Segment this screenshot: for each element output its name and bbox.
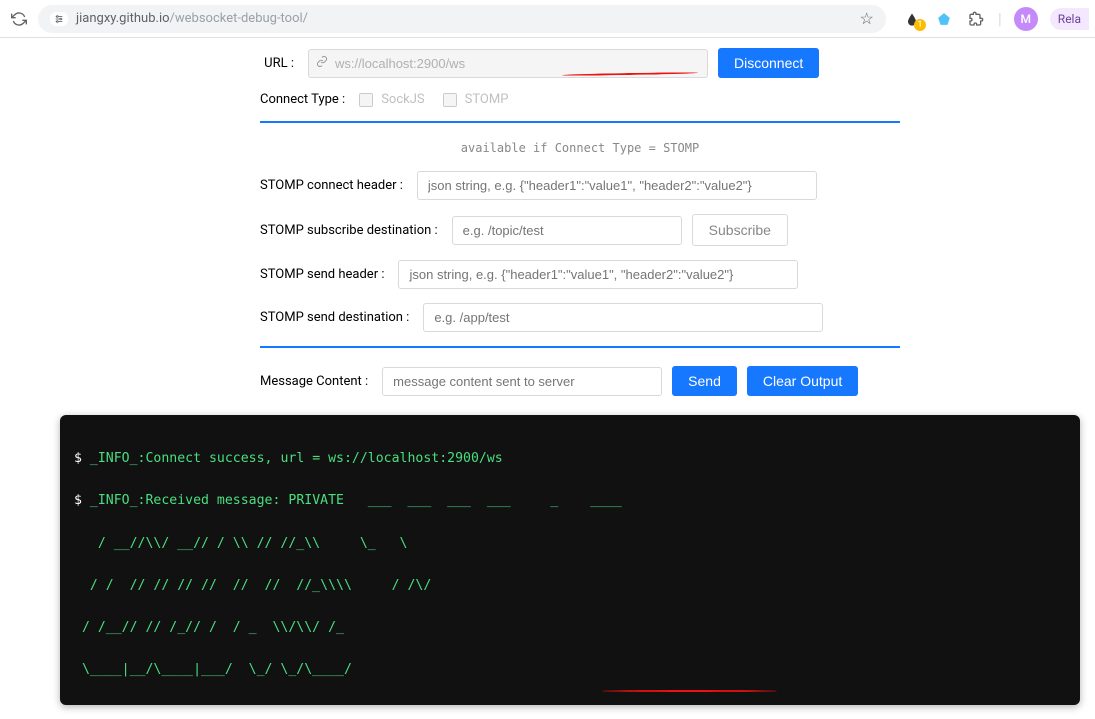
link-icon — [316, 56, 328, 71]
stomp-send-header-input[interactable] — [398, 260, 798, 289]
stomp-send-header-label: STOMP send header : — [260, 267, 384, 282]
annotation-underline-session — [602, 690, 777, 692]
address-bar[interactable]: jiangxy.github.io/websocket-debug-tool/ … — [38, 5, 886, 33]
extension-icon-2[interactable] — [934, 9, 954, 29]
extensions-puzzle-icon[interactable] — [966, 9, 986, 29]
url-text: jiangxy.github.io/websocket-debug-tool/ — [76, 11, 852, 26]
extension-icon-1[interactable] — [902, 9, 922, 29]
profile-avatar[interactable]: M — [1014, 7, 1038, 31]
stomp-send-dest-label: STOMP send destination : — [260, 310, 409, 325]
message-content-label: Message Content : — [260, 374, 368, 389]
main-form: URL : Disconnect Connect Type : SockJS S… — [0, 38, 1095, 396]
ascii-art: \____|__/\____|___/ \_/ \_/\____/ — [74, 659, 1066, 680]
divider-2 — [260, 346, 900, 348]
message-content-input[interactable] — [382, 367, 662, 396]
sockjs-label: SockJS — [381, 92, 424, 107]
log-line: _INFO_:Received message: PRIVATE ___ ___… — [90, 493, 622, 508]
stomp-connect-header-input[interactable] — [417, 171, 817, 200]
stomp-send-dest-input[interactable] — [423, 303, 823, 332]
stomp-checkbox — [443, 93, 457, 107]
clear-output-button[interactable]: Clear Output — [747, 366, 858, 396]
divider-1 — [260, 121, 900, 123]
extension-icons: | M Rela — [896, 7, 1085, 31]
bookmark-star-icon[interactable]: ☆ — [860, 9, 874, 28]
browser-toolbar: jiangxy.github.io/websocket-debug-tool/ … — [0, 0, 1095, 38]
ascii-art: / / // // // // // // //_\\\\ / /\/ — [74, 575, 1066, 596]
url-label: URL : — [260, 56, 294, 71]
stomp-hint: available if Connect Type = STOMP — [260, 141, 900, 155]
disconnect-button[interactable]: Disconnect — [718, 48, 819, 78]
stomp-sub-dest-label: STOMP subscribe destination : — [260, 223, 438, 238]
ascii-art: / __//\\/ __// / \\ // //_\\ \_ \ — [74, 533, 1066, 554]
send-button[interactable]: Send — [672, 366, 737, 396]
output-terminal: $ _INFO_:Connect success, url = ws://loc… — [60, 415, 1080, 705]
ascii-art: / /__// // /_// / / _ \\/\\/ /_ — [74, 617, 1066, 638]
reload-icon[interactable] — [10, 10, 28, 28]
connect-type-label: Connect Type : — [260, 92, 345, 107]
subscribe-button[interactable]: Subscribe — [692, 214, 788, 246]
site-settings-icon[interactable] — [50, 12, 68, 26]
stomp-label: STOMP — [465, 92, 509, 107]
sockjs-checkbox — [359, 93, 373, 107]
stomp-sub-dest-input[interactable] — [452, 216, 682, 245]
stomp-connect-header-label: STOMP connect header : — [260, 178, 403, 193]
relaunch-button[interactable]: Rela — [1050, 8, 1089, 30]
log-line: _INFO_:Connect success, url = ws://local… — [90, 451, 503, 466]
